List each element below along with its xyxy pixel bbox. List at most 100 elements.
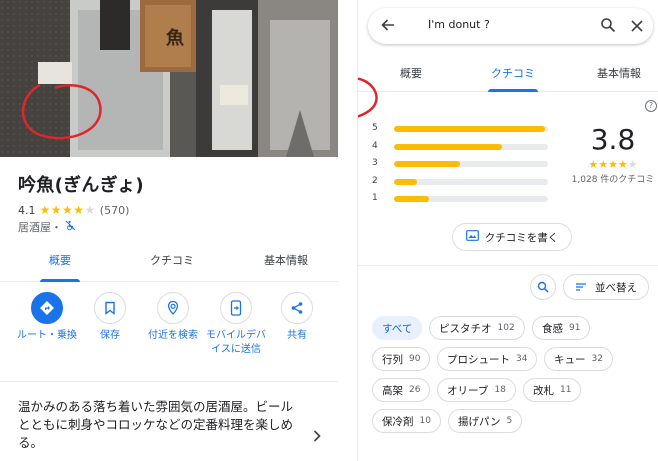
directions-label: ルート・乗換: [17, 330, 77, 341]
search-icon[interactable]: [600, 17, 616, 37]
rating-stars: ★★★★★: [40, 203, 96, 217]
help-icon[interactable]: ?: [645, 100, 657, 112]
tab-reviews[interactable]: クチコミ: [144, 244, 200, 282]
search-query[interactable]: I'm donut ?: [428, 18, 490, 31]
topic-chip-label: ピスタチオ: [439, 322, 492, 335]
review-score-summary: 3.8 ★★★★★ 1,028 件のクチコミ: [568, 123, 658, 186]
histogram-bar: [394, 143, 502, 150]
histogram-star-label: 1: [372, 193, 378, 203]
divider: [0, 381, 338, 382]
topic-chip[interactable]: キュー 32: [544, 347, 613, 371]
star-icon: ★★★★: [588, 158, 628, 171]
histogram-track: [394, 161, 548, 167]
tab-overview[interactable]: 概要: [398, 58, 424, 92]
send-to-phone-button[interactable]: モバイルデバイスに送信: [203, 292, 269, 357]
topic-chip-label: 高架: [382, 384, 403, 397]
topic-chip-count: 5: [506, 416, 513, 426]
place-details-panel: 魚 吟魚(ぎんぎょ) 4.1 ★★★★★ (570) 居酒屋・ 概要 クチコミ …: [0, 0, 356, 461]
topic-chip-count: 32: [591, 354, 603, 364]
star-empty-icon: ★: [627, 158, 638, 171]
topic-chip-label: プロシュート: [447, 353, 510, 366]
topic-chip[interactable]: 揚げパン 5: [448, 409, 523, 433]
bookmark-icon: [94, 292, 126, 324]
sign-text: 魚: [166, 27, 184, 49]
back-arrow-icon[interactable]: [380, 17, 396, 37]
chevron-right-icon[interactable]: [312, 428, 322, 447]
histogram-bar: [394, 126, 545, 132]
topic-chip-label: 保冷剤: [382, 415, 414, 428]
topic-chip-count: 10: [419, 416, 431, 426]
close-icon[interactable]: [630, 18, 644, 37]
divider: [358, 265, 658, 266]
topic-chip[interactable]: ピスタチオ 102: [429, 316, 525, 340]
write-review-button[interactable]: クチコミを書く: [452, 223, 572, 251]
tab-reviews[interactable]: クチコミ: [488, 58, 538, 92]
action-buttons: ルート・乗換 保存 付近を検索 モバイルデバイスに送信 共有: [0, 292, 338, 372]
sort-button[interactable]: 並べ替え: [563, 274, 649, 300]
histogram-row: 4: [372, 141, 552, 152]
topic-chip[interactable]: すべて: [372, 316, 423, 340]
topic-chip[interactable]: 行列 90: [372, 347, 431, 371]
category-row: 居酒屋・: [18, 219, 76, 235]
share-label: 共有: [287, 330, 307, 341]
send-to-phone-icon: [220, 292, 252, 324]
category-label: 居酒屋・: [18, 221, 62, 234]
search-reviews-button[interactable]: [530, 274, 556, 300]
histogram-star-label: 2: [372, 175, 378, 186]
topic-chip-label: すべて: [382, 322, 413, 335]
storefront-photo[interactable]: 魚: [0, 0, 338, 157]
nearby-button[interactable]: 付近を検索: [140, 292, 206, 343]
histogram-row: 1: [372, 193, 552, 204]
topic-chip[interactable]: プロシュート 34: [437, 347, 538, 371]
tab-overview[interactable]: 概要: [40, 244, 80, 282]
directions-button[interactable]: ルート・乗換: [14, 292, 80, 343]
search-box[interactable]: I'm donut ?: [368, 8, 653, 44]
topic-chip[interactable]: 改札 11: [523, 378, 582, 402]
topic-chip-label: 行列: [382, 353, 403, 366]
directions-icon: [31, 292, 63, 324]
storefront-photo-drawing: 魚: [0, 0, 338, 157]
topic-chip-count: 34: [516, 354, 528, 364]
topic-chip[interactable]: 食感 91: [532, 316, 591, 340]
review-score-stars: ★★★★★: [568, 158, 658, 171]
histogram-star-label: 3: [372, 158, 378, 168]
write-review-icon: [465, 230, 479, 244]
share-button[interactable]: 共有: [264, 292, 330, 343]
histogram-row: 5: [372, 123, 552, 134]
histogram-bar: [394, 196, 430, 202]
topic-chip-label: 揚げパン: [458, 415, 501, 428]
histogram-bar: [394, 178, 418, 185]
histogram-row: 2: [372, 175, 552, 187]
topic-chip-count: 91: [569, 323, 581, 333]
tab-about[interactable]: 基本情報: [256, 244, 316, 282]
topic-chip-label: 食感: [542, 322, 563, 335]
left-tab-bar: 概要 クチコミ 基本情報: [0, 244, 338, 282]
topic-chip[interactable]: 高架 26: [372, 378, 431, 402]
review-score: 3.8: [590, 123, 636, 156]
topic-chip[interactable]: オリーブ 18: [437, 378, 516, 402]
histogram-row: 3: [372, 158, 552, 169]
reviews-panel: I'm donut ? 概要 クチコミ 基本情報 ? 54321 3.8 ★★★…: [357, 0, 658, 461]
review-count: 1,028 件のクチコミ: [571, 175, 655, 185]
rating-value: 4.1: [18, 203, 36, 217]
star-icon: ★★★★: [39, 203, 85, 217]
topic-chip-count: 11: [560, 385, 572, 395]
histogram-star-label: 5: [372, 123, 378, 133]
topic-chip[interactable]: 保冷剤 10: [372, 409, 441, 433]
sort-icon: [576, 283, 586, 291]
topic-chip-label: 改札: [533, 384, 554, 397]
topic-chip-count: 102: [497, 323, 515, 333]
place-name: 吟魚(ぎんぎょ): [18, 175, 144, 196]
rating-summary[interactable]: 4.1 ★★★★★ (570): [18, 203, 129, 217]
search-icon: [537, 281, 549, 293]
rating-count: (570): [99, 203, 130, 217]
write-review-label: クチコミを書く: [484, 231, 559, 244]
topic-chip-count: 18: [494, 385, 506, 395]
place-description[interactable]: 温かみのある落ち着いた雰囲気の居酒屋。ビールとともに刺身やコロッケなどの定番料理…: [18, 398, 300, 452]
histogram-track: [394, 126, 548, 132]
topic-chip-label: キュー: [554, 353, 586, 366]
save-button[interactable]: 保存: [77, 292, 143, 343]
histogram-track: [394, 178, 548, 185]
tab-about[interactable]: 基本情報: [594, 58, 644, 92]
right-tab-bar: 概要 クチコミ 基本情報: [358, 58, 658, 92]
